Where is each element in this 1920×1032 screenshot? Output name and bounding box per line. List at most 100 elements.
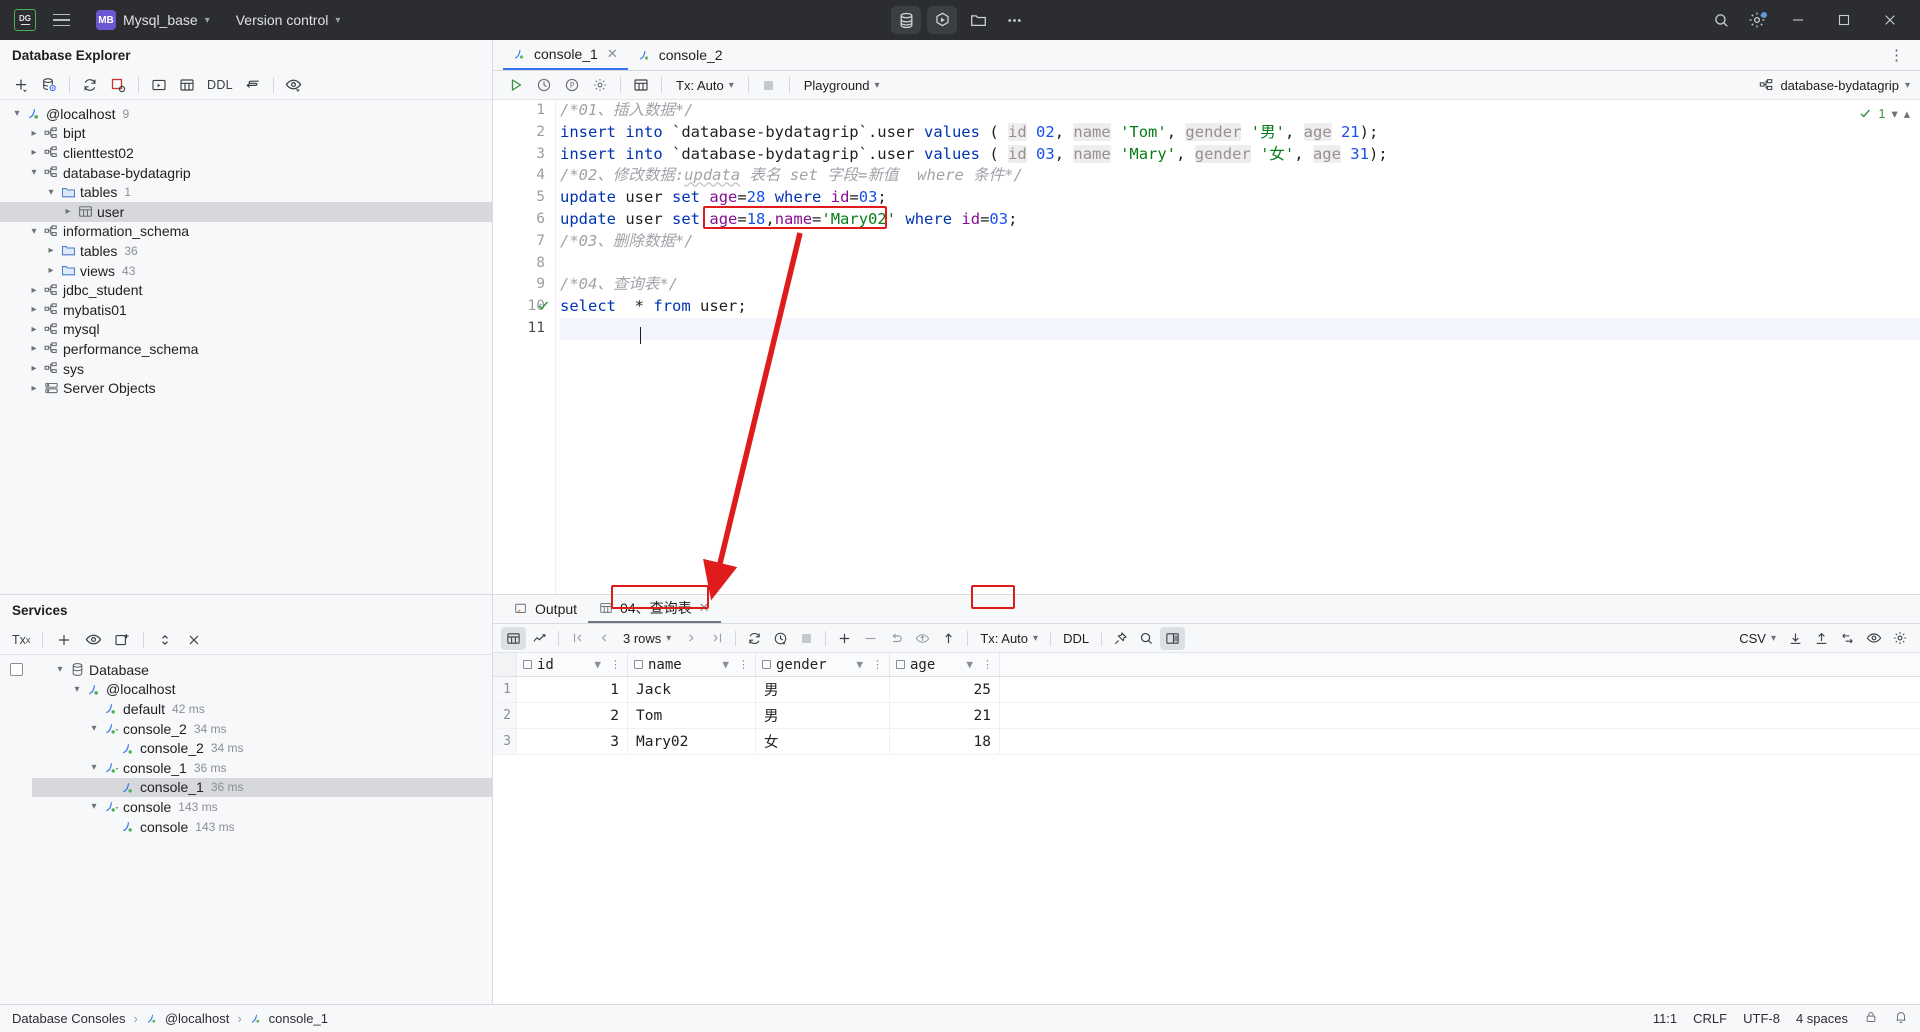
grid-cell-age[interactable]: 21 [890, 703, 1000, 728]
commit-icon[interactable] [910, 627, 935, 650]
indent-setting[interactable]: 4 spaces [1796, 1011, 1848, 1026]
refresh-icon[interactable] [77, 73, 103, 97]
results-tab-output[interactable]: Output [503, 594, 588, 623]
tree-expander-icon[interactable]: ▾ [10, 108, 24, 119]
stop-icon[interactable] [105, 73, 131, 97]
tree-expander-icon[interactable]: ▸ [27, 147, 41, 158]
tree-expander-icon[interactable]: ▸ [44, 265, 58, 276]
maximize-button[interactable] [1822, 0, 1866, 40]
tree-item-server-objects[interactable]: ▸ Server Objects [0, 378, 492, 398]
grid-column-header-name[interactable]: name ▼ ⋮ [628, 653, 756, 676]
last-page-icon[interactable] [704, 627, 729, 650]
tree-item-database-bydatagrip[interactable]: ▾ database-bydatagrip [0, 163, 492, 183]
grid-row[interactable]: 3 3 Mary02 女 18 [493, 729, 1920, 755]
tree-item-mysql[interactable]: ▸ mysql [0, 320, 492, 340]
row-count-selector[interactable]: 3 rows ▾ [617, 629, 677, 648]
inspection-widget[interactable]: 1 ▾ ▴ [1859, 106, 1910, 121]
tree-expander-icon[interactable]: ▾ [70, 684, 84, 695]
rollback-icon[interactable] [936, 627, 961, 650]
filter-icon[interactable]: ▼ [966, 658, 973, 671]
service-item-console[interactable]: console 143 ms [32, 817, 492, 837]
close-icon[interactable] [181, 628, 207, 652]
database-tree[interactable]: ▾ @localhost 9 ▸ bipt ▸ clienttest02 ▾ database-… [0, 100, 492, 594]
table-icon[interactable] [628, 73, 654, 97]
transaction-mode-selector[interactable]: Tx: Auto ▾ [669, 76, 741, 95]
preview-icon[interactable] [1861, 627, 1886, 650]
editor-tab-console_1[interactable]: console_1 ✕ [503, 39, 628, 70]
grid-cell-age[interactable]: 25 [890, 677, 1000, 702]
services-checkbox[interactable] [9, 663, 23, 676]
tree-expander-icon[interactable]: ▾ [53, 664, 67, 675]
export-format-selector[interactable]: CSV ▾ [1733, 629, 1782, 648]
filter-icon[interactable]: ▼ [594, 658, 601, 671]
stop-icon[interactable] [794, 627, 819, 650]
service-item-console_1[interactable]: ▾ console_1 36 ms [32, 758, 492, 778]
filter-icon[interactable]: ▼ [856, 658, 863, 671]
lock-icon[interactable] [1864, 1010, 1878, 1027]
tree-expander-icon[interactable]: ▾ [87, 762, 101, 773]
new-console-icon[interactable] [109, 628, 135, 652]
view-options-icon[interactable] [281, 73, 307, 97]
pin-icon[interactable] [1108, 627, 1133, 650]
grid-row-number[interactable]: 2 [493, 703, 517, 728]
settings-icon[interactable] [1887, 627, 1912, 650]
breadcrumb-localhost[interactable]: @localhost [146, 1011, 229, 1026]
ddl-button[interactable]: DDL [202, 73, 238, 97]
grid-row[interactable]: 1 1 Jack 男 25 [493, 677, 1920, 703]
timing-icon[interactable] [768, 627, 793, 650]
tree-item--localhost[interactable]: ▾ @localhost 9 [0, 104, 492, 124]
database-icon[interactable] [891, 6, 921, 34]
download-icon[interactable] [1783, 627, 1808, 650]
tree-expander-icon[interactable]: ▾ [87, 801, 101, 812]
results-grid[interactable]: id ▼ ⋮ name ▼ ⋮ gender ▼ ⋮ age ▼ ⋮ 1 1 Jack 男 25 2 2 Tom 男 2… [493, 653, 1920, 1004]
tree-item-bipt[interactable]: ▸ bipt [0, 124, 492, 144]
tree-expander-icon[interactable]: ▾ [44, 187, 58, 198]
grid-row[interactable]: 2 2 Tom 男 21 [493, 703, 1920, 729]
chevron-down-icon[interactable]: ▾ [1891, 106, 1897, 121]
tree-expander-icon[interactable]: ▸ [27, 363, 41, 374]
tree-item-user[interactable]: ▸ user [0, 201, 492, 222]
chart-view-icon[interactable] [527, 627, 552, 650]
search-icon[interactable] [1134, 627, 1159, 650]
grid-view-icon[interactable] [501, 626, 526, 650]
grid-row-number[interactable]: 1 [493, 677, 517, 702]
tree-item-mybatis01[interactable]: ▸ mybatis01 [0, 300, 492, 320]
service-item-console_1[interactable]: console_1 36 ms [32, 777, 492, 798]
results-transaction-selector[interactable]: Tx: Auto ▾ [974, 629, 1044, 648]
run-icon[interactable] [927, 6, 957, 34]
prev-page-icon[interactable] [591, 627, 616, 650]
grid-cell-gender[interactable]: 男 [756, 703, 890, 728]
column-resize-handle[interactable]: ⋮ [978, 658, 993, 671]
editor-tab-console_2[interactable]: console_2 [628, 39, 733, 70]
tree-expander-icon[interactable]: ▸ [27, 285, 41, 296]
version-control-menu[interactable]: Version control ▾ [228, 8, 349, 32]
breadcrumb-console_1[interactable]: console_1 [250, 1011, 328, 1026]
grid-body[interactable]: 1 1 Jack 男 25 2 2 Tom 男 21 3 3 Mary02 女 18 [493, 677, 1920, 755]
tree-item-clienttest02[interactable]: ▸ clienttest02 [0, 143, 492, 163]
tree-item-tables[interactable]: ▾ tables 1 [0, 182, 492, 202]
tree-expander-icon[interactable]: ▾ [87, 723, 101, 734]
tree-item-tables[interactable]: ▸ tables 36 [0, 241, 492, 261]
view-icon[interactable] [80, 628, 106, 652]
table-editor-icon[interactable] [174, 73, 200, 97]
compare-icon[interactable] [1835, 627, 1860, 650]
service-item-console_2[interactable]: console_2 34 ms [32, 738, 492, 758]
service-item-console_2[interactable]: ▾ console_2 34 ms [32, 719, 492, 739]
tabs-more-icon[interactable]: ⋮ [1884, 46, 1910, 64]
line-separator[interactable]: CRLF [1693, 1011, 1727, 1026]
grid-cell-id[interactable]: 3 [517, 729, 628, 754]
notifications-icon[interactable] [1894, 1010, 1908, 1027]
delete-row-icon[interactable] [858, 627, 883, 650]
add-icon[interactable] [8, 73, 34, 97]
stop-icon[interactable] [756, 73, 782, 97]
revert-icon[interactable] [884, 627, 909, 650]
settings-icon[interactable] [1740, 4, 1774, 36]
results-ddl-button[interactable]: DDL [1057, 629, 1095, 648]
tree-expander-icon[interactable]: ▸ [27, 128, 41, 139]
editor-code-body[interactable]: /*01、插入数据*/ insert into `database-bydata… [555, 100, 1920, 594]
close-button[interactable] [1868, 0, 1912, 40]
folder-icon[interactable] [963, 6, 993, 34]
grid-cell-name[interactable]: Mary02 [628, 729, 756, 754]
upload-icon[interactable] [1809, 627, 1834, 650]
value-editor-icon[interactable] [1160, 626, 1186, 650]
